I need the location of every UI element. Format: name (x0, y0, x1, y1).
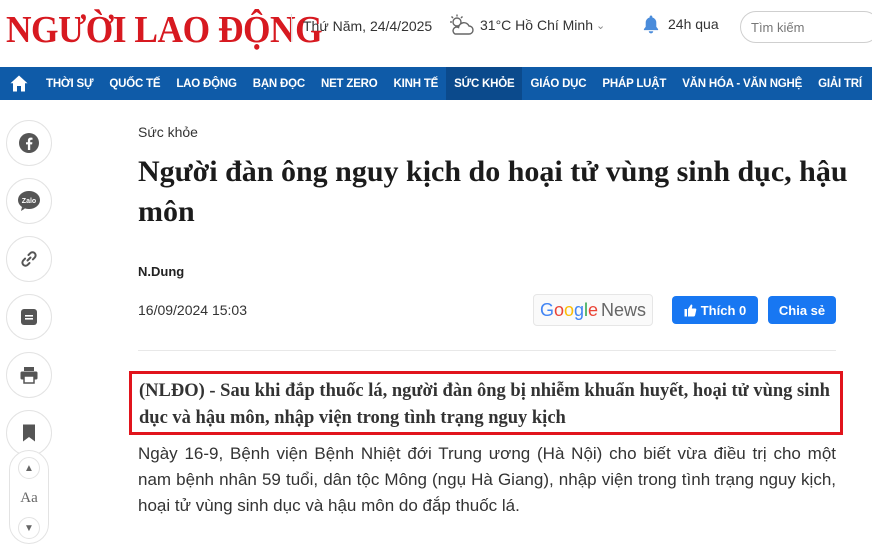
search-input[interactable] (740, 11, 872, 43)
nav-item-kinh-te[interactable]: KINH TẾ (386, 67, 447, 100)
thumbs-up-icon (684, 304, 697, 316)
nav-item-ban-doc[interactable]: BẠN ĐỌC (245, 67, 313, 100)
cloud-sun-icon (450, 14, 474, 35)
like-label: Thích 0 (700, 302, 747, 318)
current-date: Thứ Năm, 24/4/2025 (303, 18, 433, 34)
comment-button[interactable] (6, 294, 52, 340)
bookmark-icon (23, 424, 35, 442)
font-size-control: ▲ Aa ▼ (9, 450, 49, 544)
facebook-share-button[interactable]: Chia sẻ (768, 296, 836, 324)
nav-item-van-hoa[interactable]: VĂN HÓA - VĂN NGHỆ (674, 67, 810, 100)
zalo-icon: Zalo (18, 191, 40, 211)
notifications-link[interactable]: 24h qua (642, 14, 719, 34)
article-author[interactable]: N.Dung (138, 264, 184, 279)
article-body-paragraph: Ngày 16-9, Bệnh viện Bệnh Nhiệt đới Trun… (138, 444, 836, 515)
home-button[interactable] (0, 67, 38, 100)
facebook-share-button[interactable] (6, 120, 52, 166)
font-size-label: Aa (20, 490, 38, 506)
main-nav: THỜI SỰ QUỐC TẾ LAO ĐỘNG BẠN ĐỌC NET ZER… (0, 67, 872, 100)
meta-divider (138, 350, 836, 351)
zalo-share-button[interactable]: Zalo (6, 178, 52, 224)
nav-item-lao-dong[interactable]: LAO ĐỘNG (168, 67, 244, 100)
copy-link-button[interactable] (6, 236, 52, 282)
google-news-label: News (601, 299, 647, 320)
nav-item-quoc-te[interactable]: QUỐC TẾ (101, 67, 168, 100)
nav-item-giai-tri[interactable]: GIẢI TRÍ (810, 67, 870, 100)
site-logo[interactable]: NGƯỜI LAO ĐỘNG (6, 8, 323, 52)
weather-text: 31°C Hồ Chí Minh (480, 17, 593, 33)
home-icon (10, 75, 28, 92)
google-news-logo-g: G (539, 299, 554, 320)
nav-item-thoi-su[interactable]: THỜI SỰ (38, 67, 101, 100)
font-decrease-button[interactable]: ▼ (18, 517, 40, 539)
print-icon (20, 367, 38, 384)
svg-text:Zalo: Zalo (22, 198, 36, 205)
article-title: Người đàn ông nguy kịch do hoại tử vùng … (138, 155, 848, 228)
chevron-down-icon[interactable]: ⌄ (596, 19, 605, 32)
facebook-icon (19, 133, 39, 153)
site-header: NGƯỜI LAO ĐỘNG Thứ Năm, 24/4/2025 31°C H… (0, 0, 872, 67)
bell-icon (643, 15, 659, 34)
print-button[interactable] (6, 352, 52, 398)
notifications-label: 24h qua (668, 16, 719, 32)
weather-widget[interactable]: 31°C Hồ Chí Minh ⌄ (448, 14, 605, 36)
article-sapo: (NLĐO) - Sau khi đắp thuốc lá, người đàn… (129, 371, 843, 435)
nav-item-giao-duc[interactable]: GIÁO DỤC (522, 67, 594, 100)
nav-item-phap-luat[interactable]: PHÁP LUẬT (594, 67, 674, 100)
share-rail: Zalo (6, 120, 52, 468)
nav-item-net-zero[interactable]: NET ZERO (313, 67, 386, 100)
link-icon (21, 251, 37, 267)
nav-item-suc-khoe[interactable]: SỨC KHỎE (446, 67, 523, 100)
header-divider (291, 14, 292, 42)
google-news-button[interactable]: Go o g l e News (533, 294, 653, 326)
article-datetime: 16/09/2024 15:03 (138, 302, 247, 318)
facebook-like-button[interactable]: Thích 0 (672, 296, 758, 324)
article-category[interactable]: Sức khỏe (138, 124, 198, 140)
chevron-up-icon: ▲ (24, 462, 34, 474)
comment-icon (21, 309, 37, 325)
chevron-down-icon: ▼ (24, 522, 34, 534)
font-increase-button[interactable]: ▲ (18, 457, 40, 479)
